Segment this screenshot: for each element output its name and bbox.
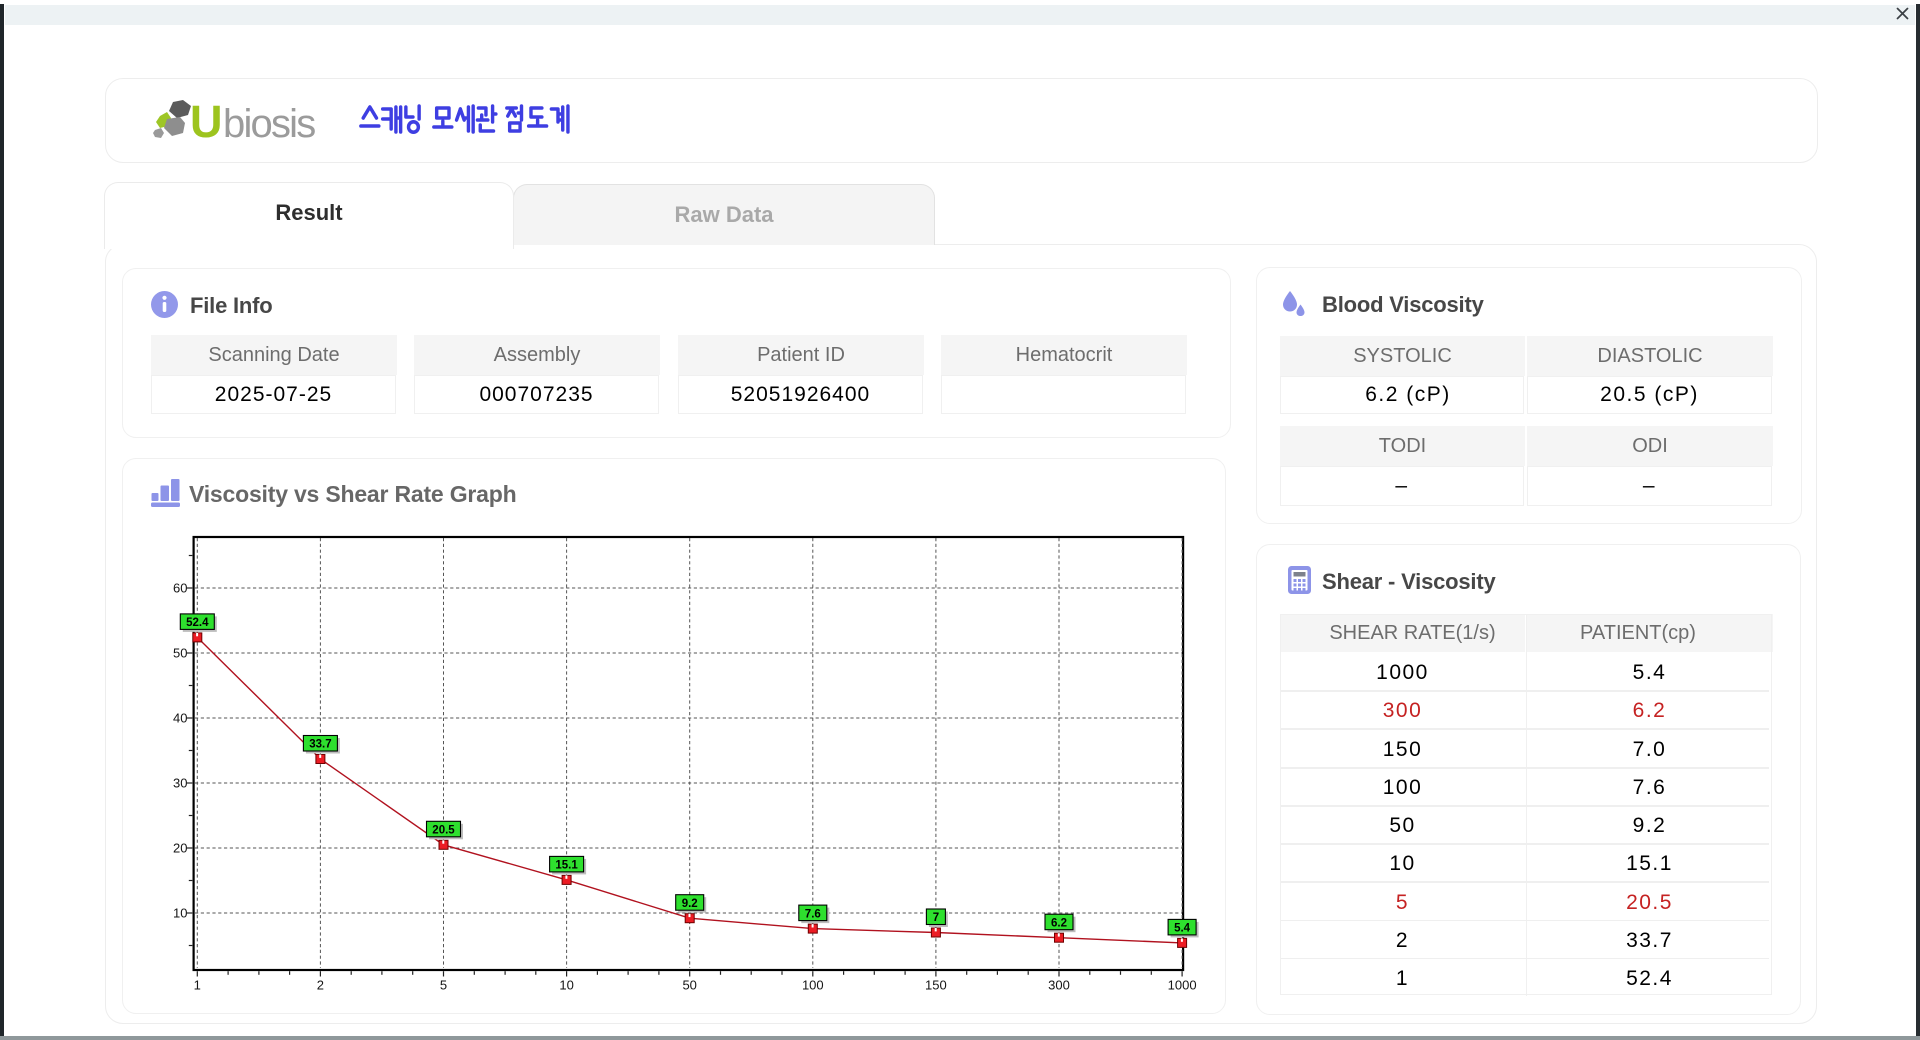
svg-text:150: 150 [925, 978, 947, 993]
svg-text:10: 10 [173, 906, 187, 921]
svg-text:300: 300 [1048, 978, 1070, 993]
svg-text:U: U [190, 96, 222, 147]
svg-text:6.2: 6.2 [1051, 917, 1067, 929]
svg-text:1000: 1000 [1168, 978, 1197, 993]
svg-text:7.6: 7.6 [805, 908, 821, 920]
svg-text:20.5: 20.5 [432, 825, 455, 837]
svg-text:5: 5 [440, 978, 447, 993]
svg-text:15.1: 15.1 [555, 860, 578, 872]
svg-text:1: 1 [194, 978, 201, 993]
svg-text:30: 30 [173, 776, 187, 791]
svg-text:50: 50 [173, 646, 187, 661]
svg-text:33.7: 33.7 [309, 739, 331, 751]
svg-text:10: 10 [559, 978, 573, 993]
svg-text:50: 50 [682, 978, 696, 993]
svg-text:40: 40 [173, 711, 187, 726]
svg-text:52.4: 52.4 [186, 617, 209, 629]
svg-text:60: 60 [173, 581, 187, 596]
svg-text:9.2: 9.2 [682, 898, 698, 910]
svg-text:2: 2 [317, 978, 324, 993]
svg-text:5.4: 5.4 [1174, 923, 1191, 935]
svg-text:7: 7 [933, 912, 939, 924]
svg-text:biosis: biosis [223, 102, 315, 146]
svg-text:100: 100 [802, 978, 824, 993]
svg-text:20: 20 [173, 841, 187, 856]
